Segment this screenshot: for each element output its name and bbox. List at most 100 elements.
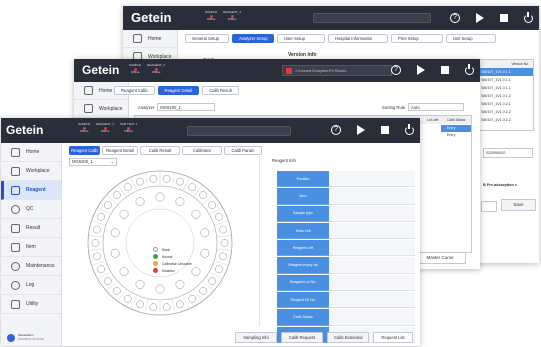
help-icon[interactable]: ? [450,13,460,23]
start-icon[interactable] [417,65,425,75]
diluent-slot[interactable] [119,267,129,277]
tab-reagent-calib[interactable]: Reagent Calib [69,146,100,155]
tab-calibrator[interactable]: Calibrator [182,146,222,155]
sidebar-item-workplace[interactable]: Workplace [1,162,61,181]
reagent-carousel[interactable] [85,168,235,318]
sidebar-item-utility[interactable]: Utility [1,295,61,314]
diluent-slot[interactable] [119,209,129,219]
alarm-banner[interactable]: 1 Connect Exception:PC Electro [282,65,392,76]
reagent-slot[interactable] [112,191,121,199]
sidebar-item-maintenance[interactable]: Maintenance [1,257,61,276]
tab-reagent-detail[interactable]: Reagent Detail [157,86,200,95]
tab-analyzer-setup[interactable]: Analyzer Setup [232,34,274,43]
tab-reagent-detail[interactable]: Reagent Detail [102,146,138,155]
help-icon[interactable]: ? [331,125,341,135]
tab-calib-result[interactable]: Calib Result [140,146,180,155]
power-icon[interactable] [465,63,474,75]
version-row[interactable]: S80107_1V1.0.1.1 [479,68,533,76]
diluent-slot[interactable] [110,248,120,258]
reagent-slot[interactable] [123,295,132,303]
version-row[interactable]: S80107_1V1.0.2.1 [479,100,533,108]
tab-calib-result[interactable]: Calib Result [202,86,239,95]
start-icon[interactable] [357,125,365,135]
tab-print-setup[interactable]: Print Setup [391,34,443,43]
reagent-slot[interactable] [103,277,112,285]
avatar-icon[interactable] [7,334,15,342]
tab-user-setup[interactable]: User Setup [277,34,325,43]
reagent-slot[interactable] [93,225,101,234]
diluent-slot[interactable] [155,192,165,202]
sidebar-item-log[interactable]: Log [1,276,61,295]
reagent-slot[interactable] [208,277,217,285]
diluent-slot[interactable] [155,284,165,294]
reagent-slot[interactable] [136,177,144,186]
reagent-slot[interactable] [199,287,208,295]
sidebar-item-item[interactable]: Item [1,238,61,257]
titlebar-search[interactable] [187,126,291,136]
reagent-slot[interactable] [93,252,101,261]
reagent-slot[interactable] [162,303,171,311]
diluent-slot[interactable] [175,197,185,207]
diluent-slot[interactable] [135,197,145,207]
reagent-slot[interactable] [208,201,217,209]
reagent-slot[interactable] [136,300,144,309]
reagent-slot[interactable] [103,201,112,209]
reagent-slot[interactable] [188,295,197,303]
sidebar-item-home[interactable]: Home [1,143,61,162]
stop-icon[interactable] [500,14,508,22]
version-row[interactable]: S80107_1V1.0.1.2 [479,92,533,100]
reagent-slot[interactable] [97,212,105,221]
tab-calib-param[interactable]: Calib Param [224,146,262,155]
power-icon[interactable] [405,123,414,135]
stop-icon[interactable] [381,126,389,134]
reagent-slot[interactable] [123,183,132,191]
version-row[interactable]: S80107_1V1.0.2.2 [479,108,533,116]
save-button[interactable]: Save [501,199,536,211]
serial-field[interactable]: S20090002 [483,148,533,158]
help-icon[interactable]: ? [391,65,401,75]
version-row[interactable]: S80107_1V1.0.2.2 [479,116,533,124]
diluent-slot[interactable] [135,279,145,289]
diluent-slot[interactable] [191,209,201,219]
reagent-slot[interactable] [215,265,223,274]
analyzer-select[interactable]: MG6200_1 [157,103,216,111]
diluent-slot[interactable] [110,228,120,238]
reagent-slot[interactable] [112,287,121,295]
calib-status-cell[interactable]: Entry [441,125,471,132]
diluent-slot[interactable] [175,279,185,289]
version-row[interactable]: S80107_1V1.0.1.1 [479,76,533,84]
reagent-slot[interactable] [176,177,184,186]
sampling-info-button[interactable]: Sampling Info [235,332,277,343]
sidebar-item-reagent[interactable]: Reagent [1,181,61,200]
sort-select[interactable]: Auto [408,103,465,111]
reagent-slot[interactable] [176,300,184,309]
sidebar-item-result[interactable]: Result [1,219,61,238]
reagent-slot[interactable] [149,175,158,183]
reagent-slot[interactable] [188,183,197,191]
version-row[interactable]: S80107_1V1.0.1.1 [479,84,533,92]
start-icon[interactable] [476,13,484,23]
reagent-slot[interactable] [219,252,227,261]
sidebar-item-workplace[interactable]: Workplace [74,100,128,118]
reagent-slot[interactable] [97,265,105,274]
power-icon[interactable] [524,11,533,23]
calib-extended-button[interactable]: Calib Extended [327,332,369,343]
tab-general-setup[interactable]: General Setup [185,34,229,43]
reagent-slot[interactable] [91,239,100,247]
request-list-button[interactable]: Request List [373,332,413,343]
reagent-slot[interactable] [162,175,171,183]
sidebar-item-home[interactable]: Home [123,30,177,48]
tab-unit-setup[interactable]: Unit Setup [446,34,496,43]
sidebar-item-qc[interactable]: QC [1,200,61,219]
reagent-slot[interactable] [199,191,208,199]
reagent-slot[interactable] [219,225,227,234]
diluent-slot[interactable] [200,228,210,238]
blank-field[interactable] [481,201,497,212]
reagent-slot[interactable] [215,212,223,221]
tab-reagent-calib[interactable]: Reagent Calib [114,86,155,95]
calib-status-cell[interactable]: Entry [441,132,471,139]
master-curve-button[interactable]: Master Curve [414,252,466,264]
titlebar-search[interactable] [313,13,431,23]
reagent-slot[interactable] [220,239,229,247]
tab-hospital-information[interactable]: Hospital Information [328,34,388,43]
